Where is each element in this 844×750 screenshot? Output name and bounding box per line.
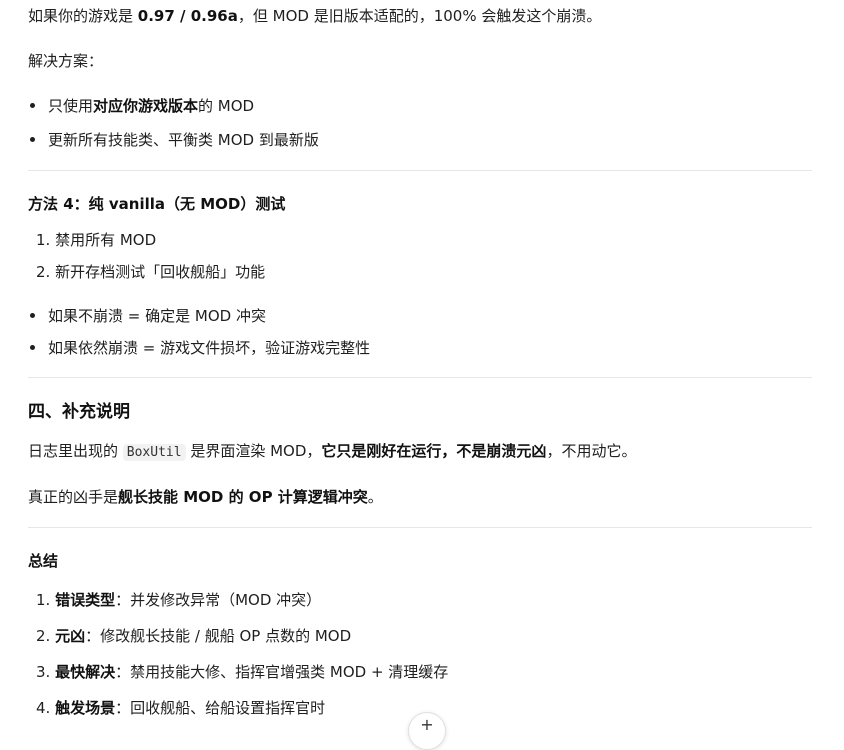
text: 的 MOD xyxy=(198,97,255,115)
text: 日志里出现的 xyxy=(28,442,123,460)
text: ：并发修改异常（MOD 冲突） xyxy=(115,591,322,609)
text: 是界面渲染 MOD， xyxy=(185,442,322,460)
summary-item-3: 3. 最快解决：禁用技能大修、指挥官增强类 MOD + 清理缓存 xyxy=(36,660,448,684)
text: 只使用 xyxy=(48,97,94,115)
boxutil-paragraph: 日志里出现的 BoxUtil 是界面渲染 MOD，它只是刚好在运行，不是崩溃元凶… xyxy=(28,439,636,464)
text: 。 xyxy=(367,488,383,506)
summary-item-2: 2. 元凶：修改舰长技能 / 舰船 OP 点数的 MOD xyxy=(36,624,351,648)
bold-text: 最快解决 xyxy=(55,663,116,681)
method4-result-2: 如果依然崩溃 = 游戏文件损坏，验证游戏完整性 xyxy=(28,336,370,360)
bold-text: 对应你游戏版本 xyxy=(93,97,199,115)
method4-step-1: 1. 禁用所有 MOD xyxy=(36,231,157,249)
text: ：禁用技能大修、指挥官增强类 MOD + 清理缓存 xyxy=(115,663,449,681)
text: 如果你的游戏是 xyxy=(28,7,138,25)
bold-text: 错误类型 xyxy=(55,591,116,609)
divider xyxy=(28,527,812,528)
divider xyxy=(28,377,812,378)
game-version-paragraph: 如果你的游戏是 0.97 / 0.96a，但 MOD 是旧版本适配的，100% … xyxy=(28,4,601,28)
divider xyxy=(28,170,812,171)
scroll-down-button[interactable]: + xyxy=(408,712,446,750)
bold-text: 元凶 xyxy=(55,627,86,645)
text: ：回收舰船、给船设置指挥官时 xyxy=(115,699,326,717)
summary-heading: 总结 xyxy=(28,552,59,570)
bold-text: 它只是刚好在运行，不是崩溃元凶 xyxy=(321,442,547,460)
method4-step-2: 2. 新开存档测试「回收舰船」功能 xyxy=(36,263,266,281)
method4-heading: 方法 4：纯 vanilla（无 MOD）测试 xyxy=(28,195,286,213)
solution-label: 解决方案： xyxy=(28,52,104,70)
section4-heading: 四、补充说明 xyxy=(28,402,130,422)
summary-item-1: 1. 错误类型：并发修改异常（MOD 冲突） xyxy=(36,588,321,612)
bold-text: 触发场景 xyxy=(55,699,116,717)
text: ，但 MOD 是旧版本适配的，100% 会触发这个崩溃。 xyxy=(237,7,602,25)
inline-code: BoxUtil xyxy=(122,444,186,461)
text: 真正的凶手是 xyxy=(28,488,119,506)
list-number: 1. xyxy=(36,591,56,609)
list-number: 2. xyxy=(36,627,56,645)
solution-bullet-2: 更新所有技能类、平衡类 MOD 到最新版 xyxy=(28,128,319,152)
text: ，不用动它。 xyxy=(546,442,637,460)
method4-result-1: 如果不崩溃 = 确定是 MOD 冲突 xyxy=(28,304,266,328)
list-number: 4. xyxy=(36,699,56,717)
summary-item-4: 4. 触发场景：回收舰船、给船设置指挥官时 xyxy=(36,696,325,720)
bold-text: 舰长技能 MOD 的 OP 计算逻辑冲突 xyxy=(118,488,368,506)
plus-icon: + xyxy=(420,715,434,734)
culprit-paragraph: 真正的凶手是舰长技能 MOD 的 OP 计算逻辑冲突。 xyxy=(28,485,383,509)
text: ：修改舰长技能 / 舰船 OP 点数的 MOD xyxy=(85,627,352,645)
version-text: 0.97 / 0.96a xyxy=(137,7,238,25)
solution-bullet-1: 只使用对应你游戏版本的 MOD xyxy=(28,94,254,118)
list-number: 3. xyxy=(36,663,56,681)
